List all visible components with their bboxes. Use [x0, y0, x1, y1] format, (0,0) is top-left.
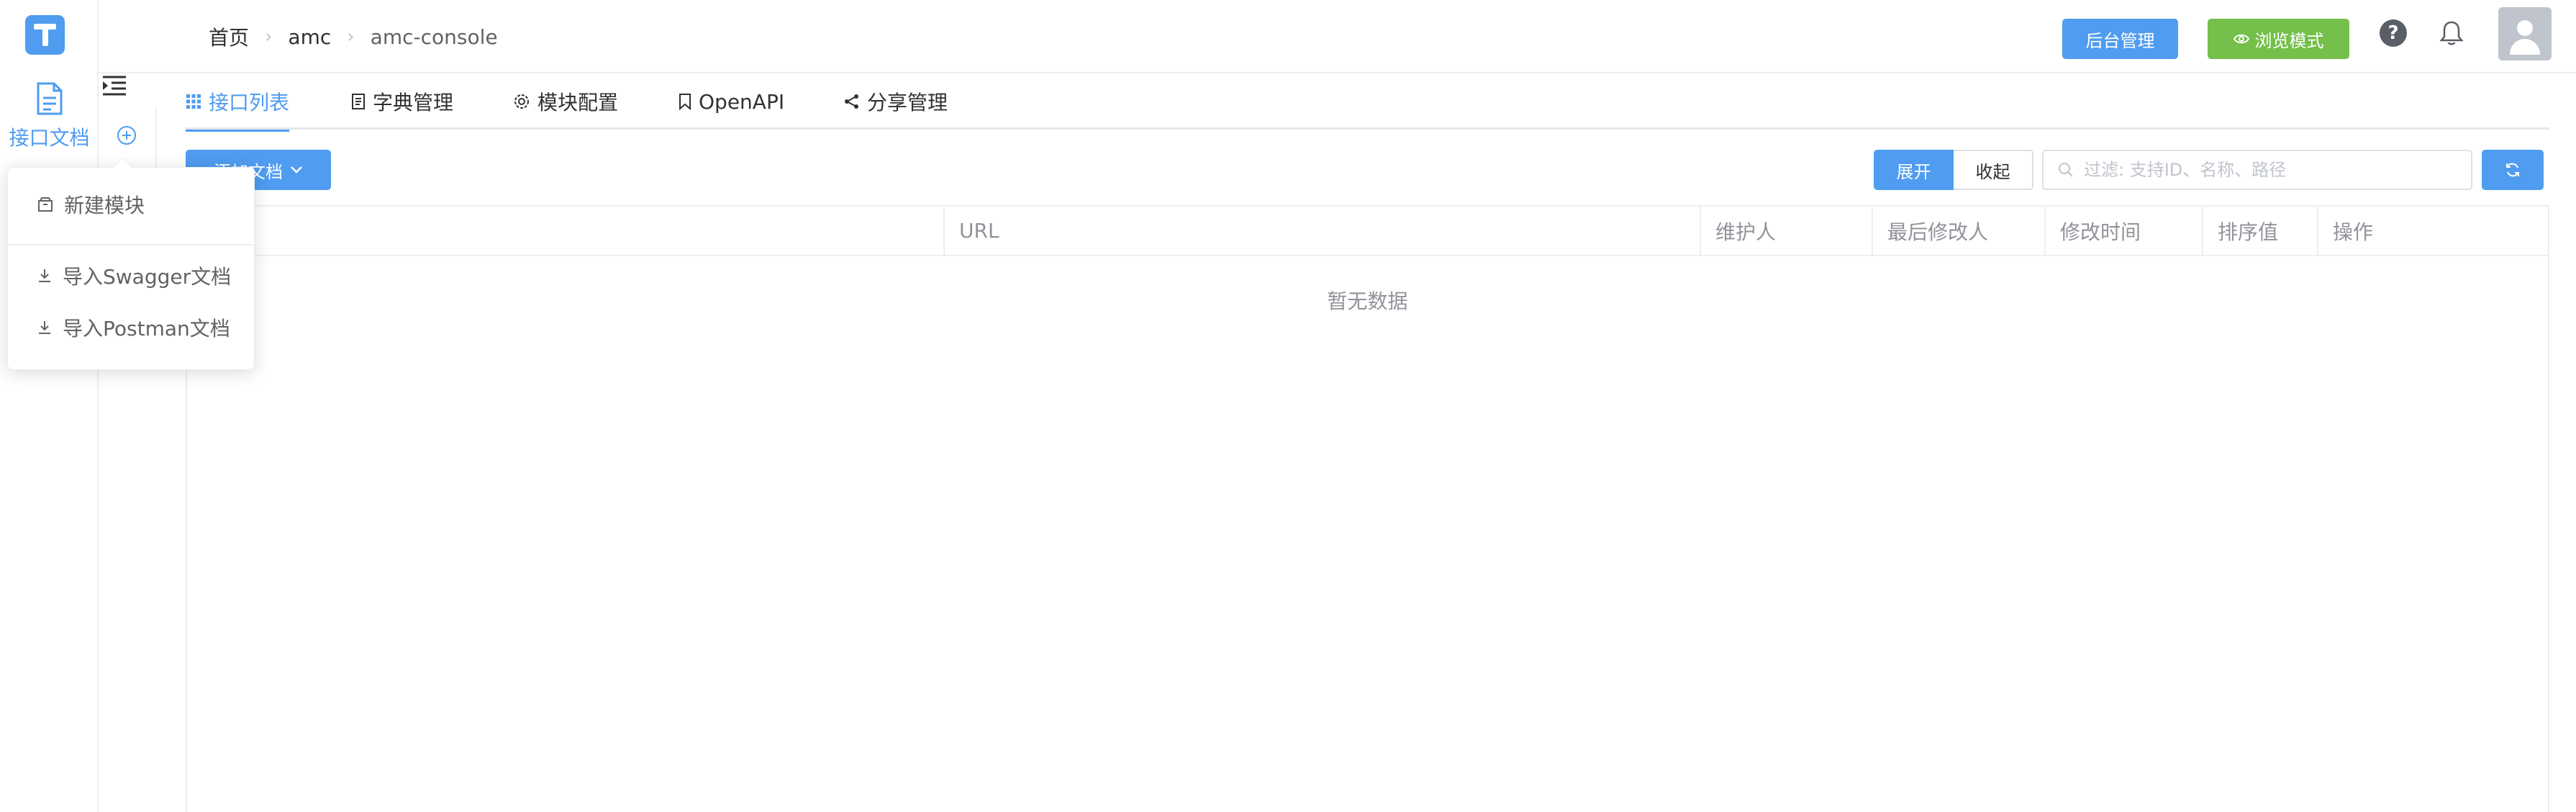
- top-header: 首页 › amc › amc-console: [99, 0, 2576, 73]
- breadcrumb-home[interactable]: 首页: [209, 22, 249, 51]
- api-table: 名称 URL 维护人 最后修改人 修改时间 排序值 操作 暂无数据: [186, 205, 2549, 812]
- import-postman-label: 导入Postman文档: [63, 317, 230, 340]
- add-circle-icon[interactable]: [116, 125, 137, 149]
- download-icon: [39, 321, 50, 334]
- chevron-down-icon: [291, 166, 302, 173]
- breadcrumb: 首页 › amc › amc-console: [209, 22, 498, 51]
- new-module-label: 新建模块: [64, 194, 145, 217]
- filter-input[interactable]: [2084, 160, 2458, 180]
- column-header-sort-value: 排序值: [2203, 207, 2318, 255]
- breadcrumb-module: amc-console: [370, 24, 498, 49]
- tab-share[interactable]: 分享管理: [844, 73, 948, 130]
- eye-icon: [2233, 34, 2249, 44]
- refresh-button[interactable]: [2482, 150, 2544, 190]
- column-header-maintainer: 维护人: [1701, 207, 1873, 255]
- dropdown-divider: [8, 244, 254, 245]
- column-header-modified-time: 修改时间: [2046, 207, 2203, 255]
- add-document-dropdown: 新建模块 导入Swagger文档 导入Postman文档: [7, 158, 255, 370]
- document-icon: [352, 94, 365, 109]
- column-header-last-modifier: 最后修改人: [1873, 207, 2046, 255]
- column-header-actions: 操作: [2333, 220, 2374, 244]
- tab-share-label: 分享管理: [867, 91, 948, 114]
- nav-api-docs-label: 接口文档: [9, 126, 90, 150]
- chevron-right-icon: ›: [347, 26, 355, 48]
- import-swagger-menu-item[interactable]: 导入Swagger文档: [8, 256, 254, 296]
- download-icon: [39, 269, 50, 282]
- grid-icon: [186, 94, 201, 109]
- collapse-button[interactable]: 收起: [1954, 150, 2033, 190]
- import-postman-menu-item[interactable]: 导入Postman文档: [8, 307, 254, 348]
- share-icon: [845, 94, 858, 109]
- table-header: 名称 URL 维护人 最后修改人 修改时间 排序值 操作: [187, 207, 2548, 256]
- tab-module-config[interactable]: 模块配置: [513, 73, 618, 130]
- tab-bar: 接口列表 字典管理 模块配置 OpenAPI 分享管理: [186, 73, 2549, 132]
- tab-dictionary[interactable]: 字典管理: [351, 73, 453, 130]
- breadcrumb-project[interactable]: amc: [288, 25, 331, 49]
- app-logo[interactable]: [25, 15, 65, 55]
- column-header-name: 名称: [187, 207, 945, 255]
- column-header-url: URL: [945, 207, 1701, 255]
- expand-collapse-group: 展开 收起: [1874, 150, 2033, 190]
- refresh-icon: [2506, 163, 2519, 177]
- bell-icon[interactable]: [2439, 19, 2464, 50]
- expand-button[interactable]: 展开: [1874, 150, 1954, 190]
- box-icon: [38, 197, 53, 212]
- nav-api-docs[interactable]: 接口文档: [0, 82, 99, 151]
- bookmark-icon: [679, 94, 691, 110]
- tab-api-list-label: 接口列表: [209, 91, 290, 114]
- dropdown-arrow: [113, 158, 132, 176]
- filter-search: [2042, 150, 2472, 190]
- search-icon: [2059, 163, 2073, 177]
- tab-module-config-label: 模块配置: [538, 91, 619, 114]
- chevron-right-icon: ›: [265, 26, 273, 48]
- empty-state-text: 暂无数据: [1327, 289, 1408, 313]
- gear-icon: [514, 94, 529, 109]
- help-icon[interactable]: ?: [2380, 19, 2407, 47]
- import-swagger-label: 导入Swagger文档: [63, 265, 232, 289]
- browse-mode-button[interactable]: 浏览模式: [2208, 19, 2349, 59]
- tab-api-list[interactable]: 接口列表: [186, 73, 290, 132]
- document-icon: [37, 82, 62, 115]
- tab-openapi[interactable]: OpenAPI: [679, 73, 784, 130]
- left-rail: 接口文档: [0, 0, 99, 812]
- tab-openapi-label: OpenAPI: [699, 89, 785, 114]
- avatar[interactable]: [2498, 7, 2552, 60]
- tab-dictionary-label: 字典管理: [373, 91, 454, 114]
- new-module-menu-item[interactable]: 新建模块: [8, 184, 254, 225]
- browse-mode-label: 浏览模式: [2254, 30, 2324, 51]
- collapse-menu-icon[interactable]: [101, 75, 127, 96]
- admin-button[interactable]: 后台管理: [2062, 19, 2178, 59]
